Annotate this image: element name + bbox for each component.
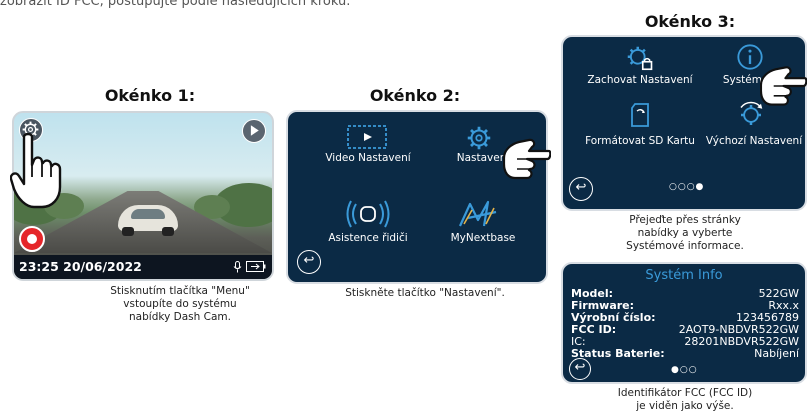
intro-text: zobrazit ID FCC, postupujte podle násled…: [0, 0, 351, 9]
panel1-title: Okénko 1:: [104, 86, 196, 105]
menu-screen-page-2: Zachovat Nastavení Systém Info Formátova…: [561, 35, 807, 211]
sd-card-icon[interactable]: [629, 102, 651, 128]
back-arrow-icon: ↩: [303, 253, 315, 268]
page-indicator-4: ●○○: [671, 365, 698, 375]
protect-settings-icon[interactable]: [624, 43, 654, 73]
back-arrow-icon: ↩: [574, 360, 586, 375]
panel2-caption: Stiskněte tlačítko "Nastavení".: [345, 287, 505, 299]
pointing-hand-icon-2: [503, 138, 551, 180]
panel1-caption: Stisknutím tlačítka "Menu" vstoupíte do …: [110, 285, 250, 323]
back-button-3[interactable]: ↩: [569, 177, 593, 201]
back-button-4[interactable]: ↩: [569, 358, 591, 380]
battery-icon: [246, 261, 266, 272]
status-bar: 23:25 20/06/2022: [14, 255, 272, 279]
info-row-battery-status: Status Baterie: Nabíjení: [571, 347, 799, 360]
menu-item-video-settings[interactable]: Video Nastavení: [318, 152, 418, 164]
page-indicator: ○○○●: [669, 182, 705, 192]
video-settings-icon[interactable]: [345, 123, 389, 151]
back-button[interactable]: ↩: [297, 250, 321, 274]
panel2-title: Okénko 2:: [369, 86, 461, 105]
mynextbase-icon[interactable]: [456, 198, 502, 230]
back-arrow-icon: ↩: [575, 180, 587, 195]
record-button[interactable]: [19, 226, 45, 252]
driver-assist-icon[interactable]: [346, 198, 390, 230]
pointing-hand-icon: [10, 133, 62, 209]
panel3-caption: Přejeďte přes stránky nabídky a vyberte …: [626, 214, 744, 252]
timestamp: 23:25 20/06/2022: [19, 259, 142, 274]
menu-item-protect-settings[interactable]: Zachovat Nastavení: [585, 74, 695, 86]
panel4-caption: Identifikátor FCC (FCC ID) je viděn jako…: [617, 387, 753, 412]
menu-item-driver-assistance[interactable]: Asistence řidiči: [318, 232, 418, 244]
menu-item-default-settings[interactable]: Výchozí Nastavení: [699, 135, 805, 147]
system-info-screen: Systém Info Model: 522GW Firmware: Rxx.x V…: [561, 262, 807, 384]
panel3-title: Okénko 3:: [644, 12, 736, 31]
settings-icon[interactable]: [464, 123, 494, 153]
microphone-icon: [233, 261, 242, 273]
menu-item-mynextbase[interactable]: MyNextbase: [433, 232, 533, 244]
playback-button[interactable]: [242, 119, 266, 143]
play-icon: [250, 125, 259, 136]
system-info-title: Systém Info: [645, 268, 723, 283]
record-icon: [27, 234, 37, 244]
menu-item-format-sd[interactable]: Formátovat SD Kartu: [581, 135, 699, 147]
pointing-hand-icon-3: [760, 66, 807, 106]
